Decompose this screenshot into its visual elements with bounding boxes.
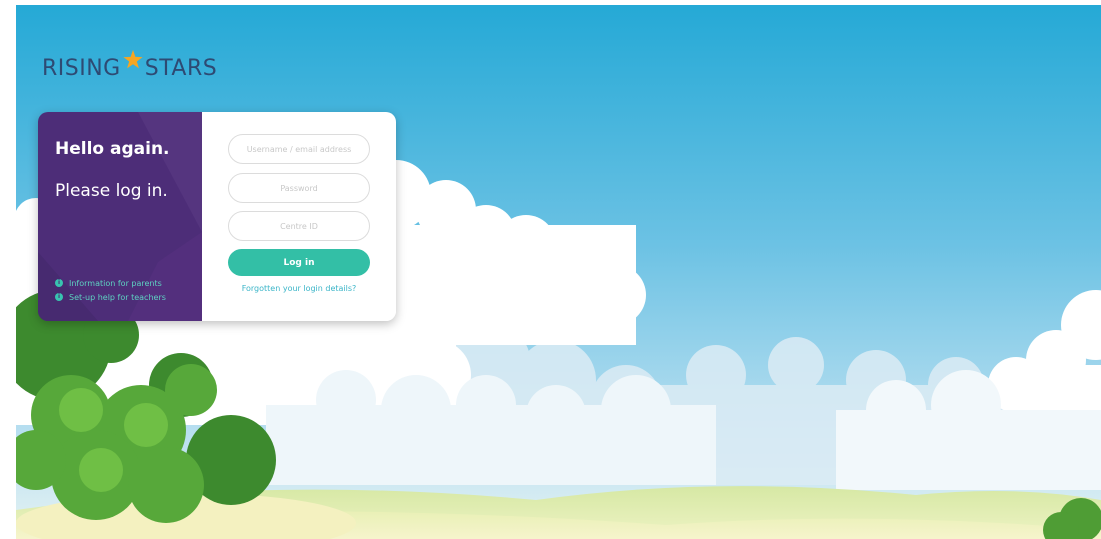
username-input[interactable]: [228, 134, 370, 164]
teacher-setup-label: Set-up help for teachers: [69, 292, 166, 302]
info-icon: i: [55, 293, 63, 301]
login-form: Log in Forgotten your login details?: [202, 112, 396, 321]
star-icon: [123, 49, 143, 69]
login-button[interactable]: Log in: [228, 249, 370, 276]
forgot-login-link[interactable]: Forgotten your login details?: [202, 284, 396, 293]
page-frame: RISING STARS Hello again. Please log in.…: [16, 5, 1101, 539]
logo-text-rising: RISING: [42, 55, 121, 81]
password-input[interactable]: [228, 173, 370, 203]
rising-stars-logo: RISING STARS: [42, 49, 218, 85]
login-card: Hello again. Please log in. i Informatio…: [38, 112, 396, 321]
centre-id-input[interactable]: [228, 211, 370, 241]
login-welcome-panel: Hello again. Please log in. i Informatio…: [38, 112, 202, 321]
logo-word-stars: STARS: [145, 56, 218, 81]
logo-text-stars: STARS: [144, 55, 218, 81]
logo-word-rising: RISING: [42, 56, 121, 81]
info-icon: i: [55, 279, 63, 287]
teacher-setup-link[interactable]: i Set-up help for teachers: [55, 291, 166, 303]
help-links: i Information for parents i Set-up help …: [55, 277, 166, 305]
parents-info-label: Information for parents: [69, 278, 162, 288]
parents-info-link[interactable]: i Information for parents: [55, 277, 166, 289]
login-prompt: Please log in.: [55, 181, 168, 201]
greeting-heading: Hello again.: [55, 139, 170, 159]
